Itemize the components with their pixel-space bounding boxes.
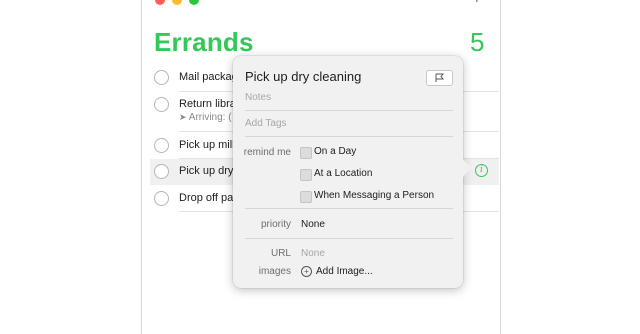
minimize-window-button[interactable] xyxy=(172,0,182,5)
divider xyxy=(245,136,453,137)
priority-label: priority xyxy=(260,219,291,230)
location-subtitle: ➤ Arriving: ( xyxy=(179,112,232,123)
reminder-details-popover: Pick up dry cleaning Notes Add Tags remi… xyxy=(233,56,471,288)
complete-checkbox[interactable] xyxy=(154,138,169,153)
when-messaging-checkbox[interactable] xyxy=(300,191,312,203)
on-a-day-checkbox[interactable] xyxy=(300,147,312,159)
remind-me-label: remind me xyxy=(243,147,291,158)
add-reminder-icon[interactable]: + xyxy=(471,0,483,8)
complete-checkbox[interactable] xyxy=(154,164,169,179)
images-label: images xyxy=(258,266,291,277)
reminder-title-field[interactable]: Pick up dry cleaning xyxy=(245,69,361,84)
url-field[interactable]: None xyxy=(301,248,325,259)
notes-field[interactable]: Notes xyxy=(245,92,271,103)
info-icon[interactable]: i xyxy=(475,164,488,177)
reminder-title[interactable]: Return libra xyxy=(179,98,236,110)
close-window-button[interactable] xyxy=(155,0,165,5)
reminder-title[interactable]: Pick up milk xyxy=(179,139,238,151)
complete-checkbox[interactable] xyxy=(154,97,169,112)
window-controls xyxy=(155,0,199,5)
divider xyxy=(245,110,453,111)
tags-field[interactable]: Add Tags xyxy=(245,118,287,129)
add-image-button[interactable]: + Add Image... xyxy=(301,266,373,277)
list-title: Errands xyxy=(154,27,254,57)
url-label: URL xyxy=(270,248,291,259)
flag-icon xyxy=(435,73,445,82)
plus-circle-icon: + xyxy=(301,266,312,277)
divider xyxy=(245,208,453,209)
priority-select[interactable]: None xyxy=(301,219,325,230)
reminder-title[interactable]: Pick up dry xyxy=(179,165,233,177)
zoom-window-button[interactable] xyxy=(189,0,199,5)
at-a-location-label[interactable]: At a Location xyxy=(314,168,372,179)
on-a-day-label[interactable]: On a Day xyxy=(314,146,356,157)
add-image-label: Add Image... xyxy=(316,266,373,277)
reminder-title[interactable]: Drop off pap xyxy=(179,192,239,204)
location-arrow-icon: ➤ xyxy=(179,112,187,122)
when-messaging-label[interactable]: When Messaging a Person xyxy=(314,190,434,201)
divider xyxy=(245,238,453,239)
flag-button[interactable] xyxy=(426,70,453,86)
complete-checkbox[interactable] xyxy=(154,191,169,206)
complete-checkbox[interactable] xyxy=(154,70,169,85)
at-a-location-checkbox[interactable] xyxy=(300,169,312,181)
reminder-title[interactable]: Mail packag xyxy=(179,71,238,83)
list-count: 5 xyxy=(470,27,485,57)
popover-arrow xyxy=(462,158,471,178)
